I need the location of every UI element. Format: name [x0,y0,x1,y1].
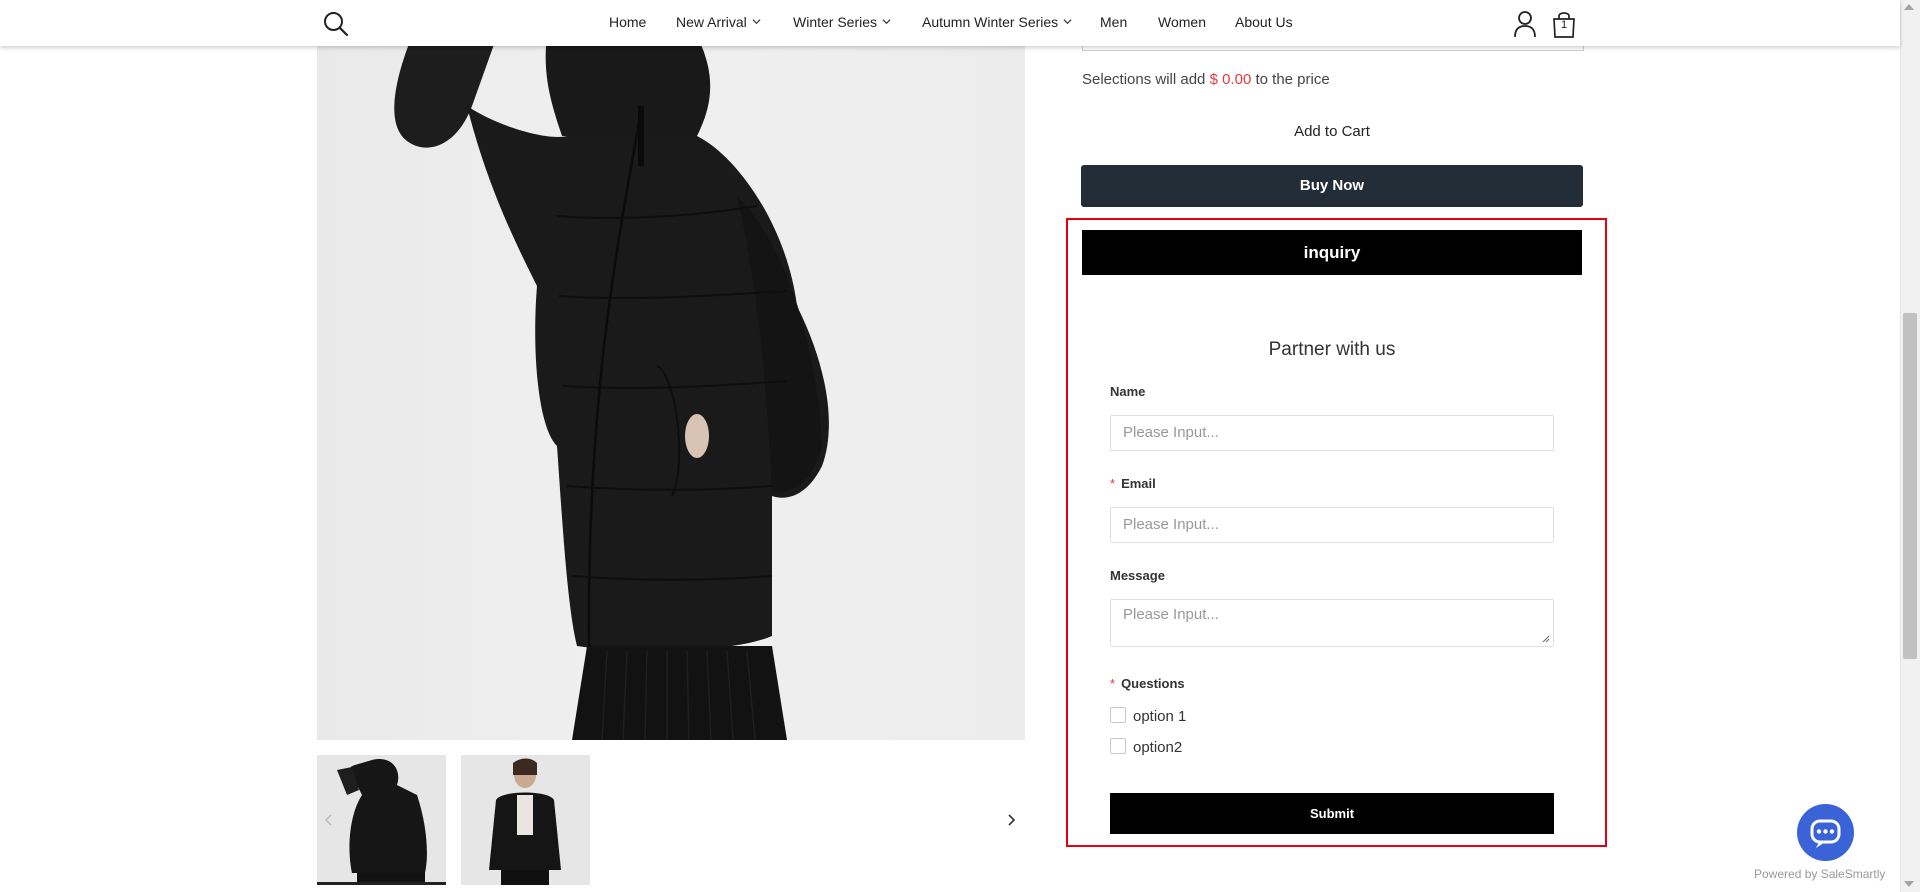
chevron-down-icon [752,19,761,25]
questions-label-text: Questions [1121,676,1185,691]
checkbox[interactable] [1110,738,1126,754]
message-textarea-placeholder: Please Input... [1123,606,1219,623]
email-input[interactable]: Please Input... [1110,507,1554,543]
required-asterisk: * [1110,676,1116,691]
nav-label: Autumn Winter Series [922,14,1059,30]
main-nav: Home New Arrival Winter Series Autumn Wi… [0,0,1900,46]
thumbnail-2[interactable] [461,755,590,885]
chevron-right-icon[interactable] [1004,812,1018,828]
scrollbar-thumb[interactable] [1903,313,1917,659]
selections-prefix: Selections will add [1082,71,1206,88]
form-title: Partner with us [1268,339,1396,360]
option-label: option2 [1133,739,1183,756]
chevron-down-icon [1063,19,1072,25]
option-label: option 1 [1133,708,1187,725]
message-label-text: Message [1110,568,1165,583]
scroll-down-arrow-icon[interactable] [1904,881,1914,887]
account-icon[interactable] [1513,10,1537,38]
submit-button[interactable]: Submit [1110,793,1554,834]
cart-count-badge: 1 [1560,19,1568,31]
powered-by-text: Powered by SaleSmartly [1754,867,1886,881]
product-main-image [317,46,1025,740]
selections-suffix: to the price [1255,71,1330,88]
thumbnail-jacket-hood-photo [317,755,446,882]
nav-item-autumn-winter-series[interactable]: Autumn Winter Series [922,14,1072,30]
buy-now-button[interactable]: Buy Now [1081,165,1583,207]
nav-label: About Us [1235,14,1293,30]
nav-item-home[interactable]: Home [609,14,646,30]
selections-price: $ 0.00 [1209,71,1252,88]
black-puffer-jacket-photo [394,46,829,740]
email-label: * Email [1110,476,1156,491]
scroll-up-arrow-icon[interactable] [1904,4,1914,10]
checkbox[interactable] [1110,707,1126,723]
message-textarea[interactable]: Please Input... [1110,599,1554,647]
chat-icon [1810,819,1841,848]
name-input-placeholder: Please Input... [1123,424,1219,441]
nav-label: New Arrival [676,14,747,30]
chevron-left-icon[interactable] [322,812,336,828]
chevron-down-icon [882,19,891,25]
add-to-cart-button[interactable]: Add to Cart [1082,118,1582,146]
name-label: Name [1110,384,1145,399]
inquiry-header-bar: inquiry [1082,230,1582,275]
selections-price-note: Selections will add $ 0.00 to the price [1082,71,1330,88]
nav-label: Men [1100,14,1128,30]
required-asterisk: * [1110,476,1116,491]
chat-widget-button[interactable] [1797,804,1854,861]
nav-item-new-arrival[interactable]: New Arrival [676,14,761,30]
thumbnail-jacket-front-photo [461,755,590,885]
site-header: Home New Arrival Winter Series Autumn Wi… [0,0,1900,46]
nav-label: Winter Series [793,14,878,30]
name-input[interactable]: Please Input... [1110,415,1554,451]
email-label-text: Email [1121,476,1156,491]
message-label: Message [1110,568,1165,583]
questions-label: * Questions [1110,676,1185,691]
resize-grip-icon[interactable] [1542,635,1550,643]
nav-item-women[interactable]: Women [1158,14,1206,30]
nav-label: Women [1158,14,1206,30]
email-input-placeholder: Please Input... [1123,516,1219,533]
question-option-1[interactable]: option 1 [1110,707,1186,725]
question-option-2[interactable]: option2 [1110,738,1182,756]
thumbnail-1[interactable] [317,755,446,885]
nav-item-winter-series[interactable]: Winter Series [793,14,891,30]
nav-item-men[interactable]: Men [1100,14,1127,30]
nav-label: Home [609,14,647,30]
nav-item-about-us[interactable]: About Us [1235,14,1293,30]
name-label-text: Name [1110,384,1146,399]
